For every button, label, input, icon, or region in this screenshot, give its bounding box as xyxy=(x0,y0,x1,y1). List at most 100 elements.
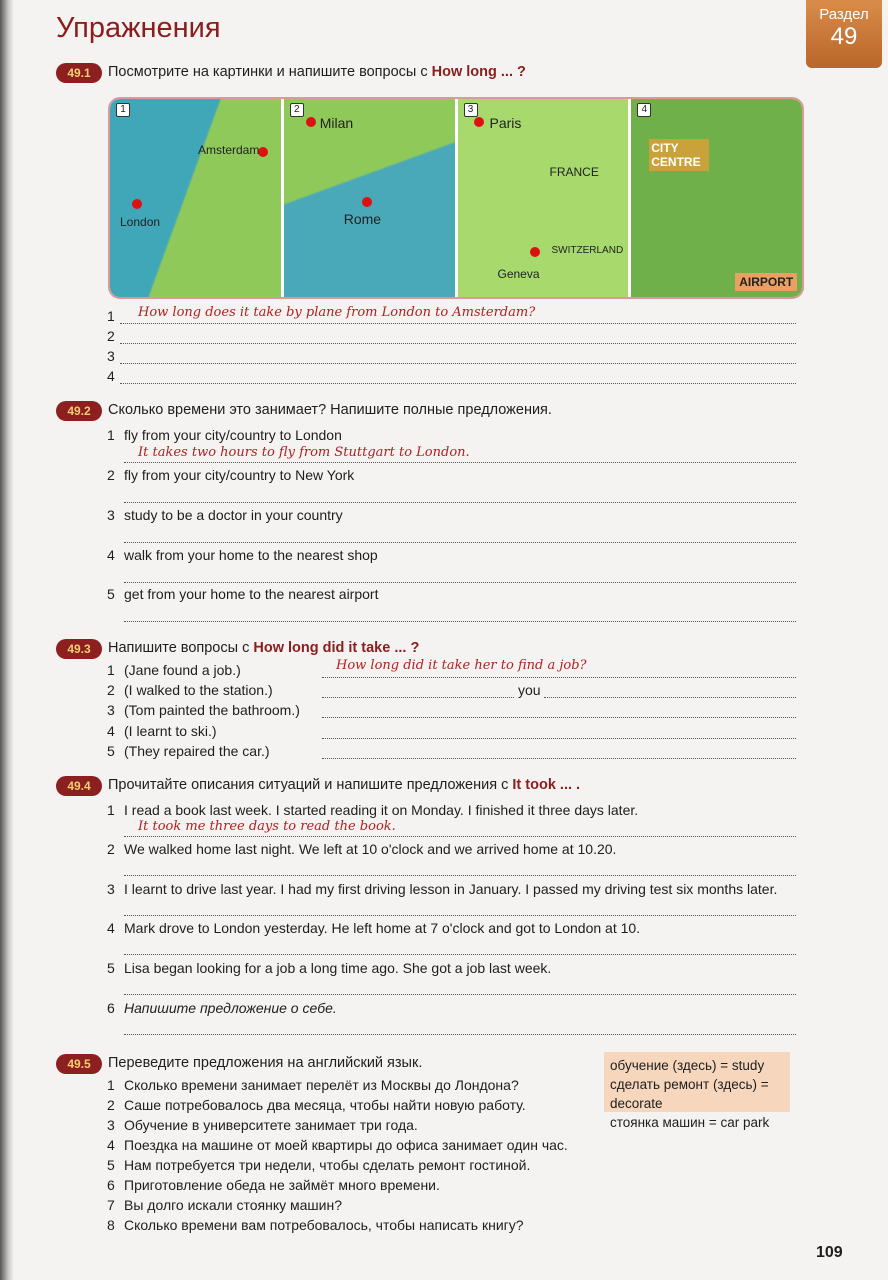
item-text: Обучение в университете занимает три год… xyxy=(124,1117,418,1133)
glossary-entry: сделать ремонт (здесь) = decorate xyxy=(610,1077,769,1111)
answer-line[interactable] xyxy=(124,582,796,583)
answer-line[interactable] xyxy=(124,954,796,955)
item-number: 5 xyxy=(107,1157,115,1173)
item-text: fly from your city/country to London xyxy=(124,427,342,443)
item-number: 3 xyxy=(107,348,115,364)
item-text: I read a book last week. I started readi… xyxy=(124,802,639,818)
item-number: 5 xyxy=(107,743,115,759)
item-number: 2 xyxy=(107,841,115,857)
answer-line[interactable] xyxy=(120,363,796,364)
item-text: Сколько времени вам потребовалось, чтобы… xyxy=(124,1217,524,1233)
exercise-badge: 49.5 xyxy=(56,1054,102,1074)
section-number: 49 xyxy=(830,23,858,50)
exercise-badge: 49.1 xyxy=(56,63,102,83)
item-number: 3 xyxy=(107,507,115,523)
item-text: (They repaired the car.) xyxy=(124,743,270,759)
answer-line[interactable] xyxy=(322,677,796,678)
item-text: Саше потребовалось два месяца, чтобы най… xyxy=(124,1097,526,1113)
sample-answer: How long did it take her to find a job? xyxy=(336,658,587,673)
item-number: 4 xyxy=(107,547,115,563)
item-number: 6 xyxy=(107,1177,115,1193)
answer-line[interactable] xyxy=(322,697,514,698)
answer-line[interactable] xyxy=(544,697,796,698)
item-number: 1 xyxy=(107,662,115,678)
item-number: 4 xyxy=(107,920,115,936)
item-text: Сколько времени занимает перелёт из Моск… xyxy=(124,1077,519,1093)
item-number: 5 xyxy=(107,960,115,976)
item-text: study to be a doctor in your country xyxy=(124,507,343,523)
section-label: Раздел xyxy=(819,6,869,23)
item-text: (I learnt to ski.) xyxy=(124,723,217,739)
item-text: I learnt to drive last year. I had my fi… xyxy=(124,881,778,897)
item-text: you xyxy=(518,682,541,698)
glossary-box: обучение (здесь) = study сделать ремонт … xyxy=(604,1052,790,1130)
item-number: 8 xyxy=(107,1217,115,1233)
exercise-instruction: Сколько времени это занимает? Напишите п… xyxy=(108,402,552,418)
answer-line[interactable] xyxy=(322,717,796,718)
map-panel-1: 1 Amsterdam London xyxy=(110,99,284,297)
sample-answer: It takes two hours to fly from Stuttgart… xyxy=(138,445,470,460)
answer-line[interactable] xyxy=(322,738,796,739)
item-text: Вы долго искали стоянку машин? xyxy=(124,1197,343,1213)
item-text: (Jane found a job.) xyxy=(124,662,241,678)
answer-line[interactable] xyxy=(120,383,796,384)
answer-line[interactable] xyxy=(120,343,796,344)
answer-line[interactable] xyxy=(120,323,796,324)
item-number: 1 xyxy=(107,308,115,324)
exercise-instruction: Переведите предложения на английский язы… xyxy=(108,1055,423,1071)
answer-line[interactable] xyxy=(124,1034,796,1035)
item-text: Приготовление обеда не займёт много врем… xyxy=(124,1177,440,1193)
item-text: Напишите предложение о себе. xyxy=(124,1000,337,1016)
item-number: 4 xyxy=(107,1137,115,1153)
item-number: 4 xyxy=(107,368,115,384)
item-number: 3 xyxy=(107,1117,115,1133)
item-text: (Tom painted the bathroom.) xyxy=(124,702,300,718)
item-text: (I walked to the station.) xyxy=(124,682,273,698)
item-number: 5 xyxy=(107,586,115,602)
item-text: Lisa began looking for a job a long time… xyxy=(124,960,552,976)
answer-line[interactable] xyxy=(124,915,796,916)
exercise-instruction: Прочитайте описания ситуаций и напишите … xyxy=(108,777,581,793)
answer-line[interactable] xyxy=(124,542,796,543)
item-number: 7 xyxy=(107,1197,115,1213)
answer-line[interactable] xyxy=(124,621,796,622)
item-number: 2 xyxy=(107,1097,115,1113)
exercise-instruction: Напишите вопросы с How long did it take … xyxy=(108,640,420,656)
item-number: 4 xyxy=(107,723,115,739)
item-number: 1 xyxy=(107,1077,115,1093)
answer-line[interactable] xyxy=(322,758,796,759)
sample-answer: How long does it take by plane from Lond… xyxy=(138,305,536,320)
item-number: 6 xyxy=(107,1000,115,1016)
item-number: 1 xyxy=(107,427,115,443)
answer-line[interactable] xyxy=(124,836,796,837)
item-text: fly from your city/country to New York xyxy=(124,467,355,483)
answer-line[interactable] xyxy=(124,462,796,463)
item-number: 2 xyxy=(107,328,115,344)
item-text: get from your home to the nearest airpor… xyxy=(124,586,379,602)
item-text: We walked home last night. We left at 10… xyxy=(124,841,617,857)
item-number: 2 xyxy=(107,467,115,483)
exercise-badge: 49.3 xyxy=(56,639,102,659)
item-text: Mark drove to London yesterday. He left … xyxy=(124,920,641,936)
page-edge xyxy=(0,0,14,1280)
page-title: Упражнения xyxy=(56,12,221,44)
map-illustration: 1 Amsterdam London 2 Milan Rome 3 Paris … xyxy=(108,97,804,299)
item-text: Нам потребуется три недели, чтобы сделат… xyxy=(124,1157,531,1173)
answer-line[interactable] xyxy=(124,502,796,503)
page-number: 109 xyxy=(816,1244,843,1261)
exercise-instruction: Посмотрите на картинки и напишите вопрос… xyxy=(108,64,526,80)
item-number: 3 xyxy=(107,702,115,718)
sample-answer: It took me three days to read the book. xyxy=(138,819,396,834)
section-tab: Раздел 49 xyxy=(806,0,882,68)
item-number: 2 xyxy=(107,682,115,698)
glossary-entry: стоянка машин = car park xyxy=(610,1115,770,1130)
item-number: 3 xyxy=(107,881,115,897)
map-panel-3: 3 Paris FRANCE SWITZERLAND Geneva xyxy=(457,99,632,297)
answer-line[interactable] xyxy=(124,875,796,876)
exercise-badge: 49.2 xyxy=(56,401,102,421)
map-panel-2: 2 Milan Rome xyxy=(283,99,458,297)
answer-line[interactable] xyxy=(124,994,796,995)
item-number: 1 xyxy=(107,802,115,818)
item-text: Поездка на машине от моей квартиры до оф… xyxy=(124,1137,568,1153)
map-panel-4: 4 CITY CENTRE AIRPORT xyxy=(631,99,802,297)
